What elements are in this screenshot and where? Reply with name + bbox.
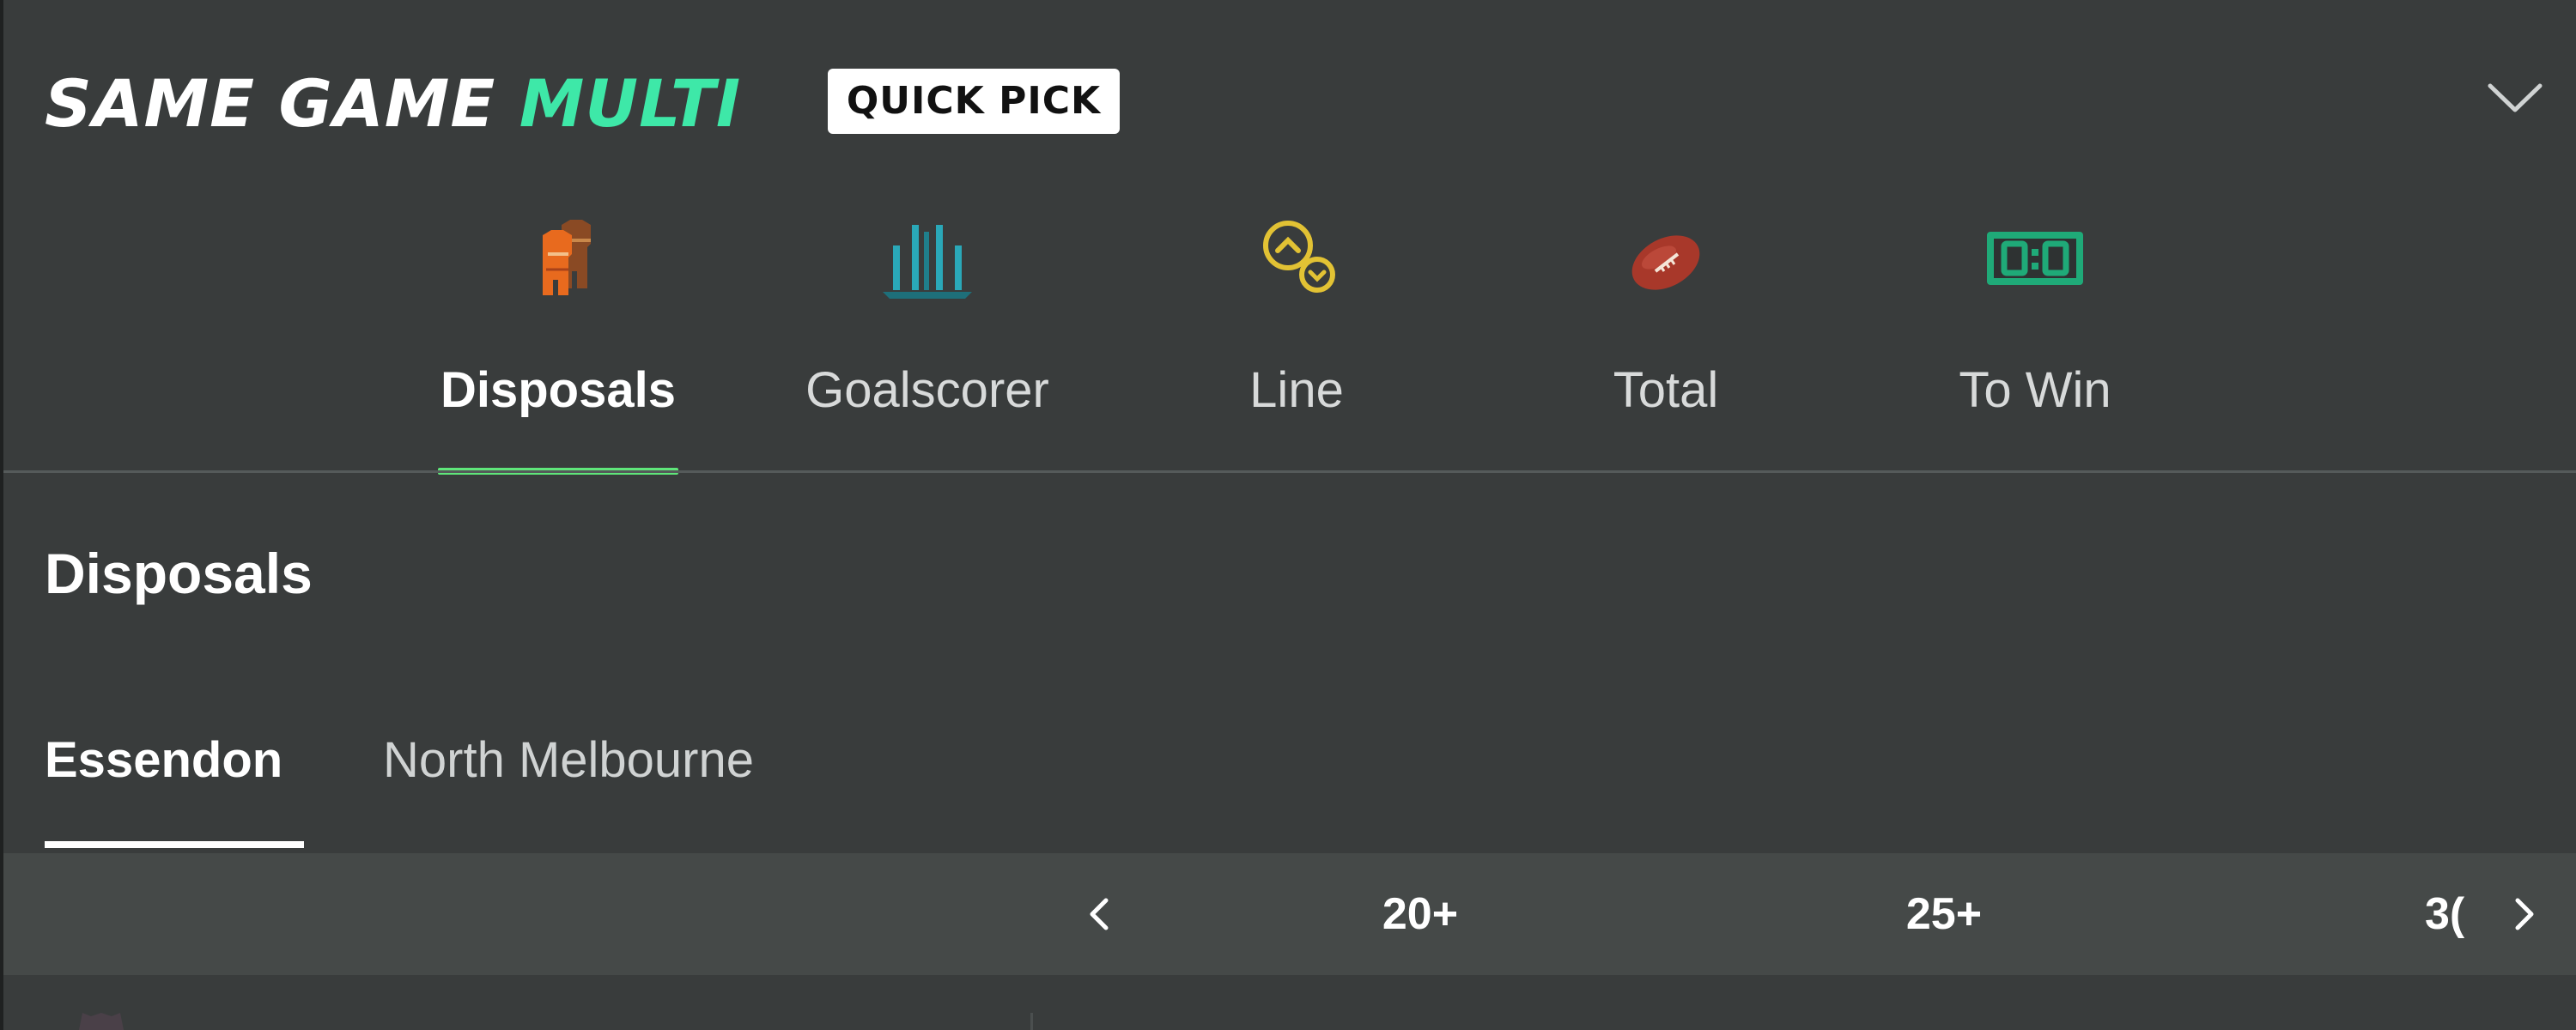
- tabs-divider: [3, 470, 2576, 473]
- chevron-left-icon[interactable]: [1073, 888, 1125, 940]
- brand-text-green: MULTI: [519, 65, 742, 142]
- tab-disposals[interactable]: Disposals: [412, 197, 704, 475]
- line-arrows-icon: [1263, 221, 1335, 293]
- jerseys-icon: [543, 220, 591, 295]
- goalposts-icon: [883, 225, 972, 299]
- same-game-multi-logo: SAME GAME MULTI: [45, 67, 741, 141]
- quick-pick-badge[interactable]: QUICK PICK: [828, 69, 1120, 134]
- panel-header[interactable]: SAME GAME MULTI QUICK PICK: [3, 0, 2576, 197]
- team-tab-underline: [45, 841, 304, 848]
- same-game-multi-panel: SAME GAME MULTI QUICK PICK Disposals Goa…: [3, 0, 2576, 1030]
- chevron-down-icon[interactable]: [2485, 77, 2545, 120]
- chevron-right-icon[interactable]: [2499, 888, 2550, 940]
- tab-label: Disposals: [440, 362, 676, 418]
- player-avatar-icon: [79, 1013, 124, 1030]
- odds-column-25-plus: 25+: [1905, 889, 1983, 939]
- odds-header-row: 20+ 25+: [3, 853, 2576, 975]
- tab-line[interactable]: Line: [1151, 197, 1443, 472]
- tab-total[interactable]: Total: [1520, 197, 1812, 472]
- row-separator: [1030, 1013, 1033, 1030]
- market-tabs: Disposals Goalscorer Line Total To Win: [3, 197, 2576, 475]
- section-title: Disposals: [45, 542, 313, 605]
- tab-label: Total: [1613, 362, 1719, 418]
- brand-text-white: SAME GAME: [45, 65, 496, 142]
- team-tab-essendon[interactable]: Essendon: [45, 726, 283, 795]
- tab-label: Line: [1249, 362, 1344, 418]
- scoreboard-icon: [1987, 232, 2083, 285]
- tab-label: To Win: [1959, 362, 2111, 418]
- football-icon: [1631, 235, 1700, 290]
- tab-label: Goalscorer: [805, 362, 1049, 418]
- odds-column-20-plus: 20+: [1382, 889, 1459, 939]
- tab-to-win[interactable]: To Win: [1889, 197, 2181, 472]
- team-tab-north-melbourne[interactable]: North Melbourne: [383, 726, 754, 795]
- odds-column-30-plus-clipped: 3(: [2408, 853, 2502, 975]
- tab-goalscorer[interactable]: Goalscorer: [781, 197, 1073, 472]
- player-row-peek: [3, 975, 2576, 1030]
- odds-column-30-plus: 3(: [2425, 889, 2465, 939]
